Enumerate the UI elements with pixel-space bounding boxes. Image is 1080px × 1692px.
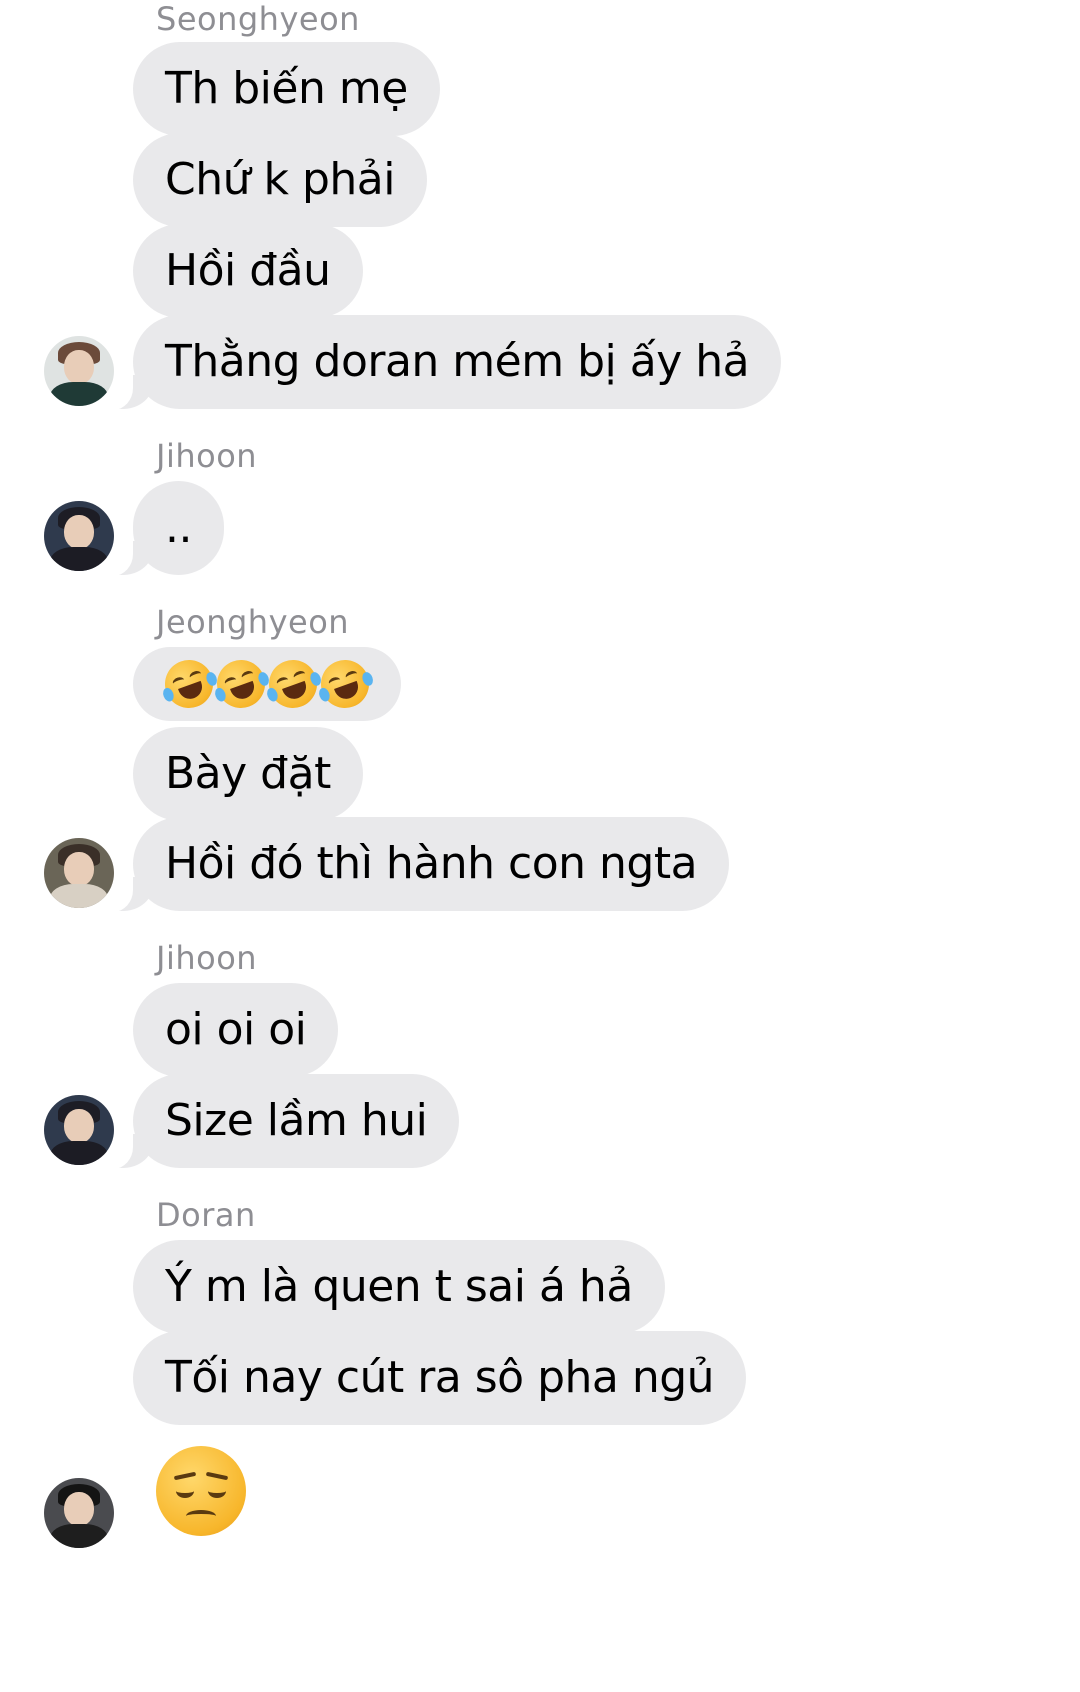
message-bubble[interactable]: Thằng doran mém bị ấy hả: [110, 315, 782, 410]
avatar-doran[interactable]: [44, 1478, 114, 1548]
message-bubble[interactable]: Chứ k phải: [133, 133, 427, 227]
message-bubble[interactable]: Th biến mẹ: [133, 42, 440, 136]
emoji-message-bubble[interactable]: [133, 647, 401, 721]
message-thread: Seonghyeon Th biến mẹ Chứ k phải Hồi đầu…: [0, 0, 1080, 1692]
sender-name: Jihoon: [156, 939, 258, 977]
avatar-seonghyeon[interactable]: [44, 336, 114, 406]
message-bubble[interactable]: ..: [111, 481, 224, 576]
sender-name: Jeonghyeon: [156, 603, 350, 641]
unamused-face-icon[interactable]: [156, 1446, 246, 1536]
message-bubble[interactable]: Hồi đó thì hành con ngta: [110, 817, 730, 912]
sender-name: Jihoon: [156, 437, 258, 475]
message-bubble[interactable]: Bày đặt: [133, 727, 363, 821]
message-bubble[interactable]: Hồi đầu: [133, 224, 363, 318]
avatar-jeonghyeon[interactable]: [44, 838, 114, 908]
avatar-jihoon[interactable]: [44, 501, 114, 571]
rolling-on-floor-laughing-icon: [314, 653, 376, 715]
rolling-on-floor-laughing-icon: [262, 653, 324, 715]
avatar-jihoon[interactable]: [44, 1095, 114, 1165]
rolling-on-floor-laughing-icon: [158, 653, 220, 715]
message-bubble[interactable]: oi oi oi: [133, 983, 339, 1077]
rolling-on-floor-laughing-icon: [210, 653, 272, 715]
message-bubble[interactable]: Tối nay cút ra sô pha ngủ: [133, 1331, 747, 1425]
sender-name: Doran: [156, 1196, 256, 1234]
message-bubble[interactable]: Size lầm hui: [110, 1074, 460, 1169]
message-bubble[interactable]: Ý m là quen t sai á hả: [133, 1240, 665, 1334]
sender-name: Seonghyeon: [156, 0, 360, 38]
